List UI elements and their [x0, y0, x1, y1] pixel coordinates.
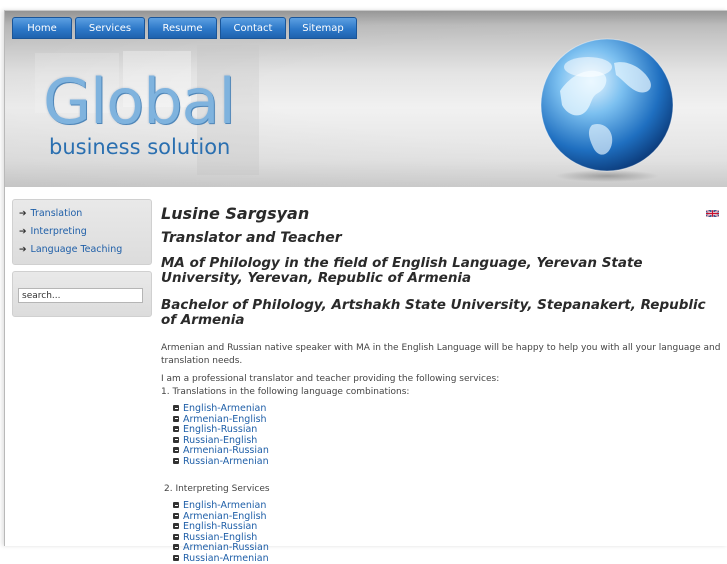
list-item-label: Armenian-Russian: [183, 542, 269, 553]
plus-box-icon: [173, 437, 179, 443]
header-banner: Home Services Resume Contact Sitemap Glo…: [5, 11, 727, 187]
person-name: Lusine Sargsyan: [161, 203, 725, 225]
plus-box-icon: [173, 405, 179, 411]
sidebar-item-language-teaching[interactable]: ➔ Language Teaching: [13, 241, 151, 259]
list-item-label: English-Russian: [183, 424, 257, 435]
top-nav: Home Services Resume Contact Sitemap: [12, 17, 357, 39]
list-item-label: Russian-Armenian: [183, 456, 269, 467]
list-item[interactable]: Russian-Armenian: [173, 457, 725, 468]
section-interpreting: 2. Interpreting Services: [161, 483, 725, 496]
list-item-label: Armenian-English: [183, 414, 267, 425]
services-intro: I am a professional translator and teach…: [161, 373, 725, 386]
globe-icon: [532, 33, 682, 183]
nav-sitemap-button[interactable]: Sitemap: [289, 17, 357, 39]
list-item-label: Armenian-Russian: [183, 445, 269, 456]
arrow-right-icon: ➔: [19, 209, 27, 219]
list-item-label: English-Armenian: [183, 500, 266, 511]
main-content: Lusine Sargsyan Translator and Teacher M…: [161, 203, 725, 564]
plus-box-icon: [173, 534, 179, 540]
uk-flag-icon[interactable]: [706, 209, 719, 218]
nav-resume-button[interactable]: Resume: [148, 17, 217, 39]
nav-contact-button[interactable]: Contact: [220, 17, 286, 39]
sidebar-item-interpreting[interactable]: ➔ Interpreting: [13, 223, 151, 241]
list-item-label: English-Russian: [183, 521, 257, 532]
list-item-label: Russian-English: [183, 435, 257, 446]
sidebar-search-box: [12, 271, 152, 317]
plus-box-icon: [173, 426, 179, 432]
nav-home-button[interactable]: Home: [12, 17, 72, 39]
page-frame: Home Services Resume Contact Sitemap Glo…: [4, 10, 727, 546]
translations-list: English-Armenian Armenian-English Englis…: [161, 404, 725, 467]
list-item-label: English-Armenian: [183, 403, 266, 414]
sidebar-item-label: Interpreting: [31, 226, 87, 237]
plus-box-icon: [173, 555, 179, 561]
plus-box-icon: [173, 416, 179, 422]
sidebar-menu: ➔ Translation ➔ Interpreting ➔ Language Tea…: [12, 199, 152, 265]
list-item[interactable]: Russian-Armenian: [173, 554, 725, 564]
plus-box-icon: [173, 513, 179, 519]
list-item-label: Armenian-English: [183, 511, 267, 522]
list-item-label: Russian-English: [183, 532, 257, 543]
plus-box-icon: [173, 458, 179, 464]
sidebar-item-translation[interactable]: ➔ Translation: [13, 205, 151, 223]
interpreting-list: English-Armenian Armenian-English Englis…: [161, 501, 725, 564]
logo-subtitle: business solution: [49, 135, 230, 159]
degree-ma: MA of Philology in the field of English …: [161, 256, 725, 286]
section-translations: 1. Translations in the following languag…: [161, 386, 725, 399]
nav-services-button[interactable]: Services: [75, 17, 145, 39]
plus-box-icon: [173, 447, 179, 453]
degree-bachelor: Bachelor of Philology, Artshakh State Un…: [161, 298, 725, 328]
intro-text: Armenian and Russian native speaker with…: [161, 342, 725, 368]
sidebar-item-label: Translation: [31, 208, 83, 219]
person-role: Translator and Teacher: [161, 229, 725, 247]
sidebar-item-label: Language Teaching: [31, 244, 123, 255]
plus-box-icon: [173, 502, 179, 508]
arrow-right-icon: ➔: [19, 227, 27, 237]
plus-box-icon: [173, 523, 179, 529]
arrow-right-icon: ➔: [19, 245, 27, 255]
search-input[interactable]: [18, 288, 143, 303]
list-item-label: Russian-Armenian: [183, 553, 269, 564]
logo-title: Global: [43, 69, 235, 135]
